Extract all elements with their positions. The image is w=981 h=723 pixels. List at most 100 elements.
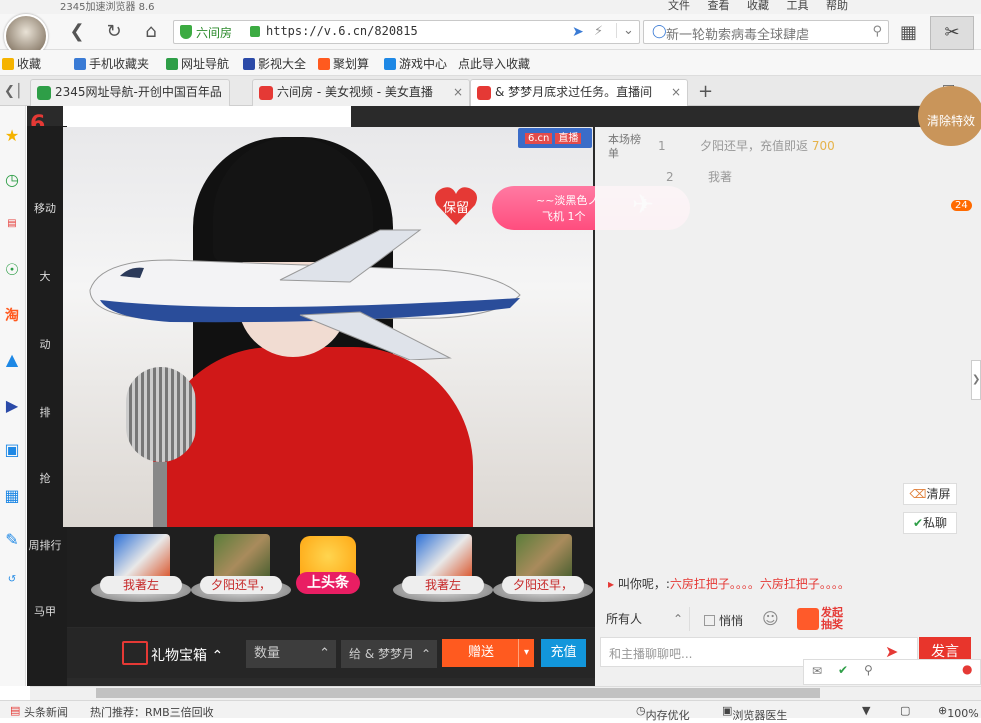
rank-row-1[interactable]: 1 夕阳还早，充值即返 700 xyxy=(658,137,835,154)
new-tab-icon[interactable]: + xyxy=(698,81,713,102)
headline-badge[interactable]: 上头条 xyxy=(296,536,360,600)
browser-doctor[interactable]: ▣ 浏览器医生 xyxy=(722,704,787,722)
taobao-icon xyxy=(318,58,330,70)
news-icon[interactable]: ▤ xyxy=(0,212,24,236)
chevron-up-icon: ⌃ xyxy=(672,612,683,626)
chevron-right-icon[interactable]: ❯ xyxy=(971,360,981,400)
favorites-menu[interactable]: 收藏 xyxy=(2,55,41,72)
desktop-return-icon[interactable]: ↺ xyxy=(0,574,24,598)
nav-weekly-rank[interactable]: 周排行 xyxy=(25,537,65,553)
emoji-icon[interactable]: ☺ xyxy=(762,609,779,628)
tab-live-room[interactable]: & 梦梦月底求过任务。直播间 × xyxy=(470,79,688,106)
close-icon[interactable]: × xyxy=(452,80,463,105)
give-gift-button[interactable]: 赠送 ▾ xyxy=(442,639,534,667)
chat-bubble-icon[interactable]: ● xyxy=(962,662,972,676)
gift-user-card[interactable]: 我著左 xyxy=(388,534,493,620)
apps-grid-icon[interactable]: ▦ xyxy=(900,22,917,43)
zoom-icon[interactable]: ⚲ xyxy=(864,663,873,677)
menu-help[interactable]: 帮助 xyxy=(826,0,848,12)
check-icon: ✔ xyxy=(912,516,924,530)
pen-icon[interactable]: ✎ xyxy=(0,528,24,552)
news-icon: ▤ xyxy=(10,704,21,717)
recharge-button[interactable]: 充值 xyxy=(541,639,586,667)
nav-dynamic[interactable]: 动 xyxy=(25,336,65,352)
check-circle-icon[interactable]: ✔ xyxy=(838,663,848,677)
star-icon[interactable]: ★ xyxy=(0,124,24,148)
menu-tools[interactable]: 工具 xyxy=(787,0,809,12)
zoom-level[interactable]: ⊕ 100% xyxy=(938,704,979,720)
taobao-icon[interactable]: 淘 xyxy=(0,304,24,328)
clock-icon[interactable]: ◷ xyxy=(0,168,24,192)
back-icon[interactable]: ❮ xyxy=(66,22,88,42)
caret-down-icon[interactable]: ▾ xyxy=(518,639,534,667)
gift-box-icon[interactable] xyxy=(122,641,148,665)
fav-juhuasuan[interactable]: 聚划算 xyxy=(318,55,369,72)
search-bar[interactable]: ◯ 新一轮勒索病毒全球肆虐 ⚲ xyxy=(643,20,889,44)
search-icon[interactable]: ⚲ xyxy=(872,24,882,39)
gift-user-card[interactable]: 我著左 xyxy=(86,534,191,620)
fav-import[interactable]: 点此导入收藏 xyxy=(458,55,530,72)
rank-row-2[interactable]: 2 我著 xyxy=(666,168,732,185)
speaker-icon[interactable]: ▼ xyxy=(862,704,870,717)
viewer-count-badge: 24 xyxy=(951,200,972,211)
tab-6cn-home[interactable]: 六间房 - 美女视频 - 美女直播 × xyxy=(252,79,470,106)
nav-big[interactable]: 大 xyxy=(25,268,65,284)
url-text[interactable]: https://v.6.cn/820815 xyxy=(266,24,418,38)
scrollbar-thumb[interactable] xyxy=(96,688,820,698)
rocket-icon[interactable]: ➤ xyxy=(572,24,584,40)
nav-mobile[interactable]: 移动 xyxy=(25,200,65,216)
tab-favicon xyxy=(477,86,491,100)
star-icon xyxy=(2,58,14,70)
lock-icon xyxy=(250,26,260,37)
menu-file[interactable]: 文件 xyxy=(668,0,690,12)
site-name: 六间房 xyxy=(196,26,233,40)
chevron-up-icon: ⌃ xyxy=(319,646,330,661)
gift-user-card[interactable]: 夕阳还早， xyxy=(186,534,291,620)
private-chat-button[interactable]: ✔私聊 xyxy=(903,512,957,534)
fav-mobile[interactable]: 手机收藏夹 xyxy=(74,55,149,72)
menu-view[interactable]: 查看 xyxy=(708,0,730,12)
gift-box-button[interactable]: 礼物宝箱 ⌃ xyxy=(151,645,223,665)
bolt-icon[interactable]: ⚡ xyxy=(594,24,603,39)
search-engine-icon[interactable]: ◯ xyxy=(652,24,667,39)
recipient-select[interactable]: 给 & 梦梦月 ⌃ xyxy=(341,640,437,668)
home-icon[interactable]: ⌂ xyxy=(140,22,162,42)
computer-icon[interactable]: ▣ xyxy=(0,438,24,462)
window-icon[interactable]: ▢ xyxy=(900,704,910,717)
chat-target-select[interactable]: 所有人 ⌃ xyxy=(606,607,690,631)
menu-favorites[interactable]: 收藏 xyxy=(747,0,769,12)
gift-user-card[interactable]: 夕阳还早， xyxy=(488,534,593,620)
game-icon[interactable]: ▲ xyxy=(0,348,24,372)
rank-label[interactable]: 本场榜单 xyxy=(608,133,648,161)
wechat-icon[interactable]: ☉ xyxy=(0,258,24,282)
status-bar: ▤ 头条新闻 热门推荐：RMB三倍回收 ◷ 内存优化 ▣ 浏览器医生 ▼ ▢ ⊕… xyxy=(0,700,981,722)
search-input[interactable]: 新一轮勒索病毒全球肆虐 xyxy=(666,24,809,43)
whisper-checkbox[interactable]: 悄悄 xyxy=(704,612,743,629)
chevron-down-icon[interactable]: ⌄ xyxy=(616,23,634,38)
lottery-icon xyxy=(797,608,819,630)
fav-nav[interactable]: 网址导航 xyxy=(166,55,229,72)
mail-icon[interactable]: ✉ xyxy=(812,664,822,678)
tab-2345[interactable]: 2345网址导航-开创中国百年品 xyxy=(30,79,230,106)
tab-scroll-left-icon[interactable]: ❮│ xyxy=(4,84,23,99)
film-icon[interactable]: ▶ xyxy=(0,394,24,418)
nav-vest[interactable]: 马甲 xyxy=(25,603,65,619)
clear-effects-button[interactable]: 清除特效 xyxy=(918,86,981,146)
nav-grab[interactable]: 抢 xyxy=(25,470,65,486)
refresh-icon[interactable]: ↻ xyxy=(103,22,125,42)
gift-sender: ~~淡黑色ノ xyxy=(536,194,599,207)
scissors-icon[interactable]: ✂ xyxy=(930,16,974,50)
fav-video[interactable]: 影视大全 xyxy=(243,55,306,72)
clear-screen-button[interactable]: ⌫清屏 xyxy=(903,483,957,505)
quantity-select[interactable]: 数量 ⌃ xyxy=(246,640,336,668)
memory-optimize[interactable]: ◷ 内存优化 xyxy=(636,704,690,722)
keep-heart-button[interactable]: 保留 xyxy=(433,185,479,227)
gift-detail: 飞机 1个 xyxy=(542,210,586,223)
close-icon[interactable]: × xyxy=(670,80,681,105)
fav-games[interactable]: 游戏中心 xyxy=(384,55,447,72)
start-lottery-button[interactable]: 发起抽奖 xyxy=(797,607,849,633)
calculator-icon[interactable]: ▦ xyxy=(0,484,24,508)
film-icon xyxy=(243,58,255,70)
nav-rank[interactable]: 排 xyxy=(25,404,65,420)
address-bar[interactable]: 六间房 https://v.6.cn/820815 ➤ ⚡ ⌄ xyxy=(173,20,640,44)
